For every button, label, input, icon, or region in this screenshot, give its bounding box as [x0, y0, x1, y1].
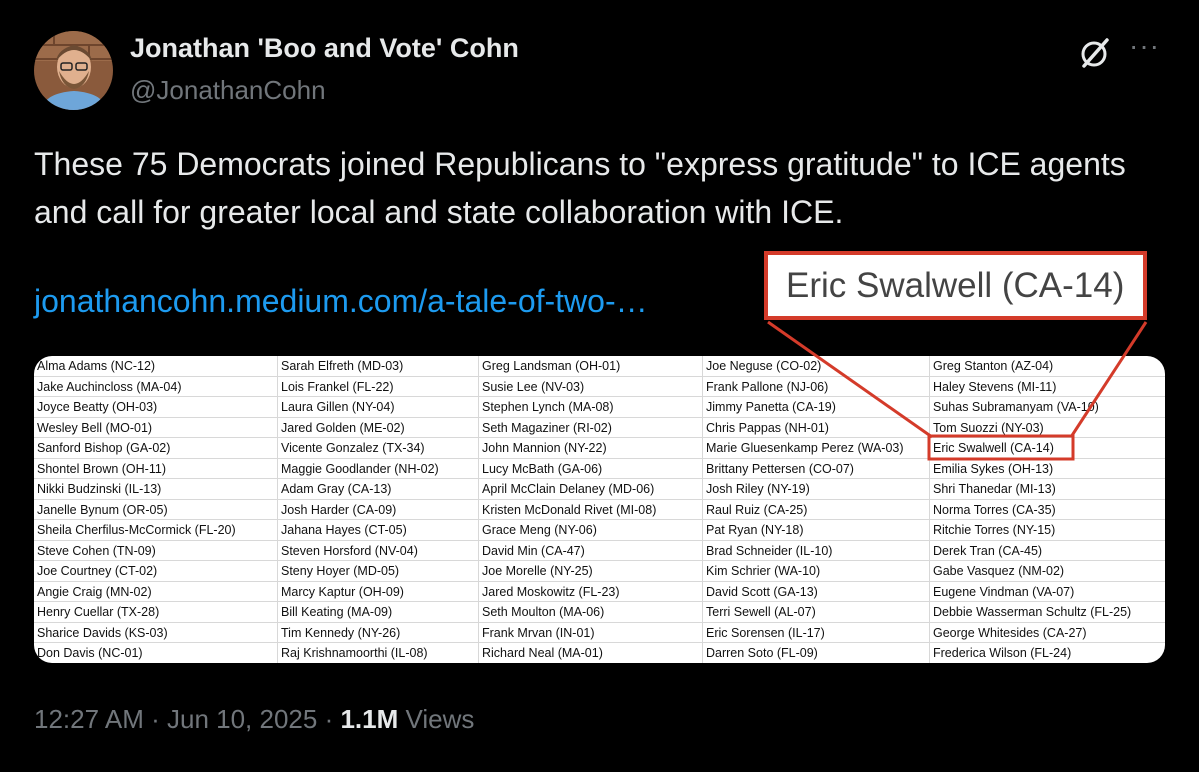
table-cell: Eugene Vindman (VA-07)	[930, 582, 1165, 602]
table-cell: Joe Morelle (NY-25)	[479, 561, 702, 582]
table-cell: Ritchie Torres (NY-15)	[930, 520, 1165, 541]
table-cell: Steny Hoyer (MD-05)	[278, 561, 478, 582]
table-cell: Marcy Kaptur (OH-09)	[278, 582, 478, 602]
grok-icon[interactable]	[1078, 36, 1112, 70]
table-column-4: Joe Neguse (CO-02) Frank Pallone (NJ-06) J…	[703, 356, 929, 663]
table-cell: Greg Stanton (AZ-04)	[930, 356, 1165, 377]
table-cell: Joyce Beatty (OH-03)	[34, 397, 277, 418]
table-cell: Frederica Wilson (FL-24)	[930, 643, 1165, 663]
table-cell: Raj Krishnamoorthi (IL-08)	[278, 643, 478, 663]
table-cell: Stephen Lynch (MA-08)	[479, 397, 702, 418]
table-cell: Tom Suozzi (NY-03)	[930, 418, 1165, 438]
table-cell: April McClain Delaney (MD-06)	[479, 479, 702, 500]
table-cell: Seth Moulton (MA-06)	[479, 602, 702, 623]
table-cell: Josh Riley (NY-19)	[703, 479, 929, 500]
table-cell: Richard Neal (MA-01)	[479, 643, 702, 663]
views-label: Views	[405, 704, 475, 734]
table-cell: Don Davis (NC-01)	[34, 643, 277, 663]
table-cell: Janelle Bynum (OR-05)	[34, 500, 277, 520]
table-cell: Tim Kennedy (NY-26)	[278, 623, 478, 643]
more-options-icon[interactable]: ···	[1129, 30, 1160, 62]
table-cell: Raul Ruiz (CA-25)	[703, 500, 929, 520]
table-cell: Terri Sewell (AL-07)	[703, 602, 929, 623]
table-cell: Frank Mrvan (IN-01)	[479, 623, 702, 643]
table-cell: Shontel Brown (OH-11)	[34, 459, 277, 479]
table-cell: Sharice Davids (KS-03)	[34, 623, 277, 643]
table-cell: Pat Ryan (NY-18)	[703, 520, 929, 541]
table-cell: Grace Meng (NY-06)	[479, 520, 702, 541]
table-cell: Debbie Wasserman Schultz (FL-25)	[930, 602, 1165, 623]
table-cell: Darren Soto (FL-09)	[703, 643, 929, 663]
avatar[interactable]	[34, 31, 113, 110]
table-cell: Steven Horsford (NV-04)	[278, 541, 478, 561]
table-cell: Norma Torres (CA-35)	[930, 500, 1165, 520]
table-cell: Brittany Pettersen (CO-07)	[703, 459, 929, 479]
tweet-meta: 12:27 AM · Jun 10, 2025 · 1.1M Views	[34, 704, 475, 734]
table-cell: Lucy McBath (GA-06)	[479, 459, 702, 479]
table-cell: Adam Gray (CA-13)	[278, 479, 478, 500]
table-cell: Sarah Elfreth (MD-03)	[278, 356, 478, 377]
table-cell: Jared Moskowitz (FL-23)	[479, 582, 702, 602]
views-count: 1.1M	[340, 704, 399, 734]
table-cell: Lois Frankel (FL-22)	[278, 377, 478, 397]
author-display-name[interactable]: Jonathan 'Boo and Vote' Cohn	[130, 33, 519, 64]
table-cell: David Scott (GA-13)	[703, 582, 929, 602]
tweet-time[interactable]: 12:27 AM	[34, 704, 144, 734]
table-cell: Laura Gillen (NY-04)	[278, 397, 478, 418]
table-cell: Brad Schneider (IL-10)	[703, 541, 929, 561]
table-cell: Shri Thanedar (MI-13)	[930, 479, 1165, 500]
table-cell: Eric Swalwell (CA-14)	[930, 438, 1165, 459]
table-cell: Chris Pappas (NH-01)	[703, 418, 929, 438]
author-handle[interactable]: @JonathanCohn	[130, 75, 326, 106]
table-cell: Jared Golden (ME-02)	[278, 418, 478, 438]
tweet-link[interactable]: jonathancohn.medium.com/a-tale-of-two-…	[34, 283, 648, 320]
table-cell: John Mannion (NY-22)	[479, 438, 702, 459]
table-cell: George Whitesides (CA-27)	[930, 623, 1165, 643]
table-cell: Sanford Bishop (GA-02)	[34, 438, 277, 459]
table-cell: Greg Landsman (OH-01)	[479, 356, 702, 377]
table-cell: Joe Neguse (CO-02)	[703, 356, 929, 377]
tweet-text: These 75 Democrats joined Republicans to…	[34, 146, 1126, 230]
table-cell: Kristen McDonald Rivet (MI-08)	[479, 500, 702, 520]
table-cell: Vicente Gonzalez (TX-34)	[278, 438, 478, 459]
table-column-3: Greg Landsman (OH-01) Susie Lee (NV-03) St…	[479, 356, 702, 663]
table-cell: Derek Tran (CA-45)	[930, 541, 1165, 561]
table-cell: Sheila Cherfilus-McCormick (FL-20)	[34, 520, 277, 541]
table-cell: Alma Adams (NC-12)	[34, 356, 277, 377]
zoom-callout-label: Eric Swalwell (CA-14)	[786, 266, 1125, 305]
table-cell: Bill Keating (MA-09)	[278, 602, 478, 623]
table-cell: Frank Pallone (NJ-06)	[703, 377, 929, 397]
table-cell: Henry Cuellar (TX-28)	[34, 602, 277, 623]
table-cell: Kim Schrier (WA-10)	[703, 561, 929, 582]
table-cell: Angie Craig (MN-02)	[34, 582, 277, 602]
table-column-5: Greg Stanton (AZ-04) Haley Stevens (MI-11…	[930, 356, 1165, 663]
table-cell: David Min (CA-47)	[479, 541, 702, 561]
tweet-date[interactable]: Jun 10, 2025	[167, 704, 317, 734]
table-cell: Suhas Subramanyam (VA-10)	[930, 397, 1165, 418]
table-cell: Nikki Budzinski (IL-13)	[34, 479, 277, 500]
table-column-1: Alma Adams (NC-12) Jake Auchincloss (MA-0…	[34, 356, 277, 663]
table-cell: Jahana Hayes (CT-05)	[278, 520, 478, 541]
table-cell: Maggie Goodlander (NH-02)	[278, 459, 478, 479]
attached-image-table[interactable]: Alma Adams (NC-12) Jake Auchincloss (MA-0…	[34, 356, 1165, 663]
table-cell: Seth Magaziner (RI-02)	[479, 418, 702, 438]
table-cell: Steve Cohen (TN-09)	[34, 541, 277, 561]
table-cell: Emilia Sykes (OH-13)	[930, 459, 1165, 479]
table-cell: Eric Sorensen (IL-17)	[703, 623, 929, 643]
table-cell: Haley Stevens (MI-11)	[930, 377, 1165, 397]
table-cell: Susie Lee (NV-03)	[479, 377, 702, 397]
table-column-2: Sarah Elfreth (MD-03) Lois Frankel (FL-22…	[278, 356, 478, 663]
table-cell: Jake Auchincloss (MA-04)	[34, 377, 277, 397]
table-cell: Joe Courtney (CT-02)	[34, 561, 277, 582]
table-cell: Marie Gluesenkamp Perez (WA-03)	[703, 438, 929, 459]
table-cell: Gabe Vasquez (NM-02)	[930, 561, 1165, 582]
table-cell: Wesley Bell (MO-01)	[34, 418, 277, 438]
table-cell: Jimmy Panetta (CA-19)	[703, 397, 929, 418]
table-cell: Josh Harder (CA-09)	[278, 500, 478, 520]
zoom-callout: Eric Swalwell (CA-14)	[764, 251, 1147, 320]
